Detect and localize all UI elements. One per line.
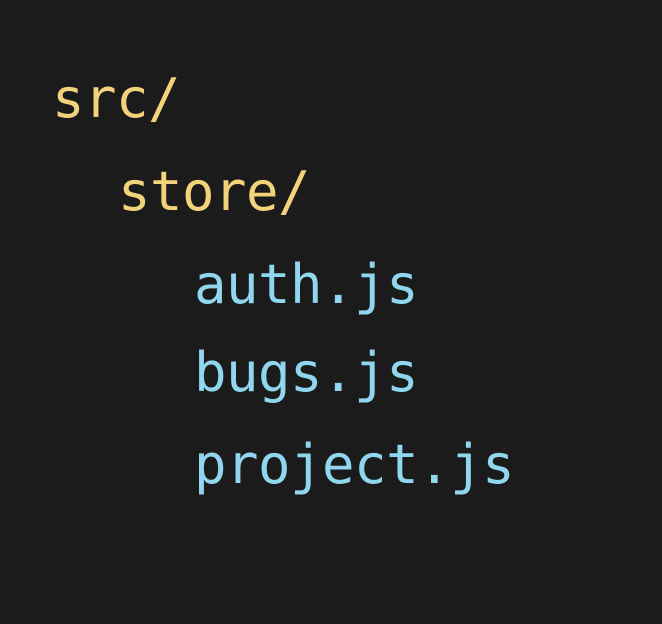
file-project-js[interactable]: project.js (194, 438, 515, 492)
file-bugs-js[interactable]: bugs.js (194, 346, 419, 400)
folder-src[interactable]: src/ (52, 72, 181, 126)
file-tree: src/ store/ auth.js bugs.js project.js (0, 0, 662, 624)
file-auth-js[interactable]: auth.js (194, 258, 419, 312)
folder-store[interactable]: store/ (118, 165, 311, 219)
